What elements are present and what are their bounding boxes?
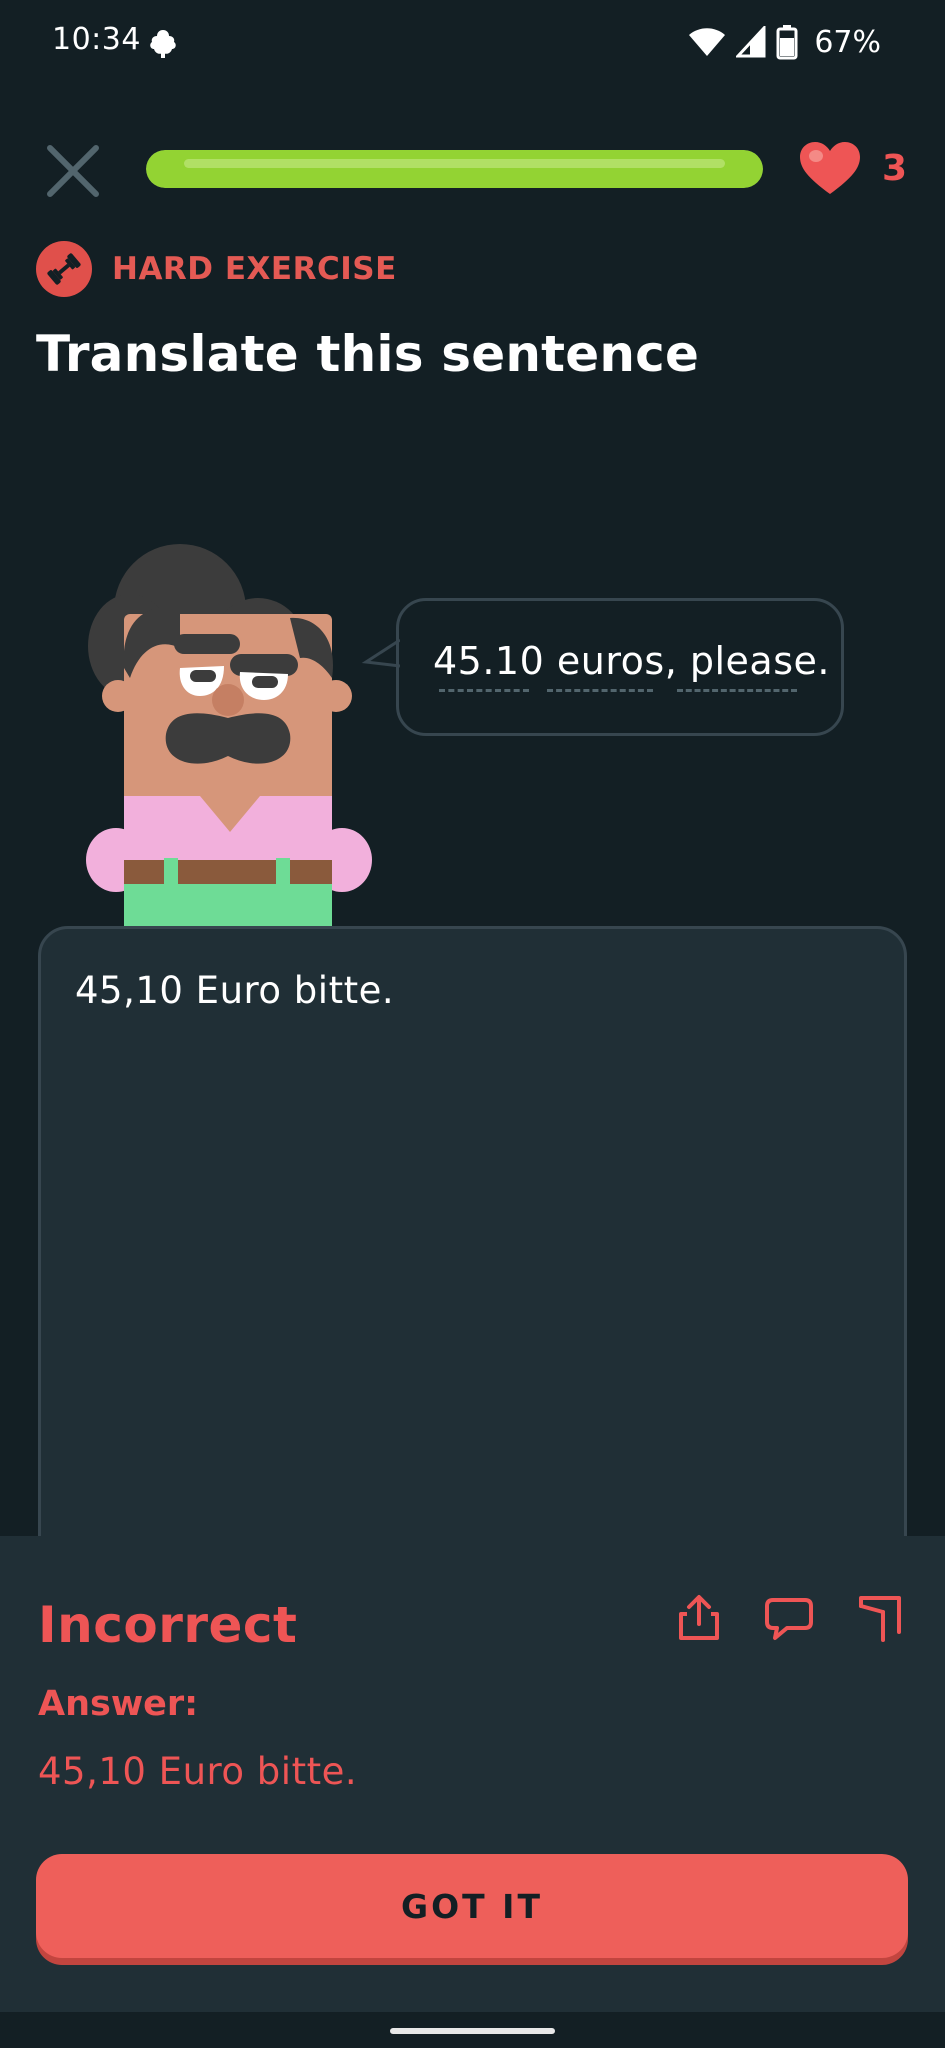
feedback-status: Incorrect — [38, 1596, 298, 1654]
share-icon[interactable] — [673, 1592, 725, 1644]
battery-percent: 67% — [814, 24, 881, 60]
word-hint-underline — [547, 689, 653, 692]
hearts-count: 3 — [882, 147, 908, 189]
character-illustration — [86, 544, 372, 926]
answer-textarea[interactable]: 45,10 Euro bitte. — [38, 926, 907, 1626]
signal-icon — [736, 26, 766, 58]
heart-icon — [800, 142, 860, 194]
close-icon[interactable] — [42, 140, 104, 202]
status-icons: 67% — [688, 22, 881, 62]
word-hint-underline — [677, 689, 797, 692]
battery-icon — [776, 25, 798, 60]
dumbbell-icon — [36, 241, 92, 297]
gesture-handle[interactable] — [390, 2028, 555, 2034]
hearts-counter[interactable]: 3 — [798, 136, 907, 200]
comment-icon[interactable] — [763, 1592, 815, 1644]
prompt-word[interactable]: please. — [690, 639, 830, 683]
hard-exercise-label: HARD EXERCISE — [36, 240, 397, 298]
correct-answer: 45,10 Euro bitte. — [38, 1750, 358, 1793]
prompt-word[interactable]: euros, — [557, 639, 677, 683]
difficulty-label: HARD EXERCISE — [112, 251, 397, 287]
prompt-word[interactable]: 45.10 — [433, 639, 544, 683]
flag-icon[interactable] — [853, 1592, 905, 1644]
progress-fill — [146, 150, 763, 188]
notification-icon — [150, 30, 176, 58]
got-it-label: GOT IT — [401, 1886, 543, 1926]
lesson-progress-bar — [146, 150, 763, 188]
prompt-sentence: 45.10 euros, please. — [433, 639, 830, 683]
answer-heading: Answer: — [38, 1684, 199, 1724]
feedback-actions — [673, 1592, 905, 1644]
wifi-icon — [689, 28, 726, 56]
word-hint-underline — [439, 689, 529, 692]
answer-input-value: 45,10 Euro bitte. — [75, 969, 395, 1012]
status-bar: 10:34 67% — [0, 0, 945, 86]
page-title: Translate this sentence — [36, 325, 700, 383]
system-nav-bar — [0, 2012, 945, 2048]
feedback-panel: Incorrect Answer: 45,10 Euro bitte. GOT … — [0, 1536, 945, 2012]
progress-shine — [184, 159, 725, 168]
speech-bubble: 45.10 euros, please. — [396, 598, 844, 736]
got-it-button[interactable]: GOT IT — [36, 1854, 908, 1958]
status-time: 10:34 — [52, 22, 141, 57]
speech-bubble-tail — [361, 638, 400, 668]
